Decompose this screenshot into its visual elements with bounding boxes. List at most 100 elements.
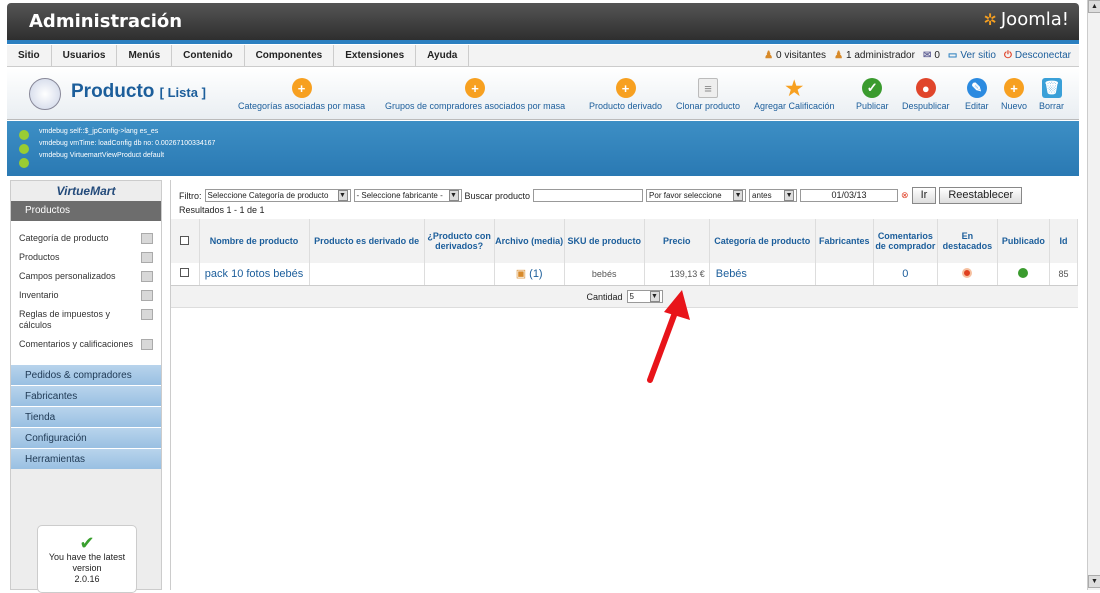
sidebar-item-impuestos[interactable]: Reglas de impuestos y cálculos — [19, 309, 153, 331]
toolbar-button-categories[interactable]: + Categorías asociadas por masa — [238, 78, 365, 111]
manufacturer-cell — [815, 263, 874, 286]
category-select[interactable]: Seleccione Categoría de producto ▼ — [204, 189, 351, 202]
admins-status: ♟ 1 administrador — [834, 50, 915, 61]
reset-button[interactable]: Reestablecer — [939, 187, 1023, 204]
toolbar-label: Agregar Calificación — [754, 101, 835, 111]
column-header[interactable]: Nombre de producto — [199, 219, 310, 263]
debug-line: vmdebug vmTime: loadConfig db no: 0.0026… — [39, 140, 216, 147]
messages-status[interactable]: ✉ 0 — [923, 50, 940, 61]
search-input[interactable] — [533, 189, 644, 202]
column-header[interactable]: SKU de producto — [564, 219, 645, 263]
column-header[interactable]: Publicado — [997, 219, 1050, 263]
menu-usuarios[interactable]: Usuarios — [52, 44, 118, 67]
menu-contenido[interactable]: Contenido — [172, 44, 245, 67]
featured-toggle[interactable] — [937, 263, 998, 286]
table-row: pack 10 fotos bebés ▣ (1) bebés 139,13 €… — [171, 263, 1079, 286]
toolbar-button-new[interactable]: + Nuevo — [1001, 78, 1027, 111]
select-all-cell — [171, 219, 200, 263]
toolbar-button-delete[interactable]: 🗑 Borrar — [1039, 78, 1064, 111]
chevron-down-icon: ▼ — [733, 190, 744, 201]
sidebar-section-fabricantes[interactable]: Fabricantes — [11, 385, 161, 406]
header-strip — [7, 40, 1079, 44]
published-toggle[interactable] — [997, 263, 1050, 286]
sidebar-item-campos[interactable]: Campos personalizados — [19, 271, 153, 282]
product-name-link[interactable]: pack 10 fotos bebés — [199, 263, 310, 286]
calculator-icon — [141, 309, 153, 320]
column-header[interactable]: En destacados — [937, 219, 998, 263]
toolbar-button-publish[interactable]: ✓ Publicar — [856, 78, 889, 111]
column-header[interactable]: Id — [1049, 219, 1079, 263]
clear-date-icon[interactable]: ⊗ — [901, 190, 909, 201]
main-content: Filtro: Seleccione Categoría de producto… — [170, 180, 1079, 590]
filter-select[interactable]: Por favor seleccione ▼ — [646, 189, 747, 202]
column-header[interactable]: Comentarios de comprador — [873, 219, 938, 263]
logout-text: Desconectar — [1014, 50, 1071, 61]
sidebar-section-productos[interactable]: Productos — [11, 201, 161, 221]
category-link[interactable]: Bebés — [709, 263, 816, 286]
column-header[interactable]: Categoría de producto — [709, 219, 816, 263]
column-header[interactable]: Fabricantes — [815, 219, 874, 263]
sidebar-item-productos[interactable]: Productos — [19, 252, 153, 263]
vertical-scrollbar[interactable]: ▲ ▼ — [1087, 0, 1100, 590]
menu-ayuda[interactable]: Ayuda — [416, 44, 470, 67]
red-arrow-annotation — [647, 290, 690, 383]
sidebar-item-label: Productos — [19, 252, 60, 262]
parent-cell — [309, 263, 425, 286]
sidebar-section-configuracion[interactable]: Configuración — [11, 427, 161, 448]
sidebar-product-list: Categoría de producto Productos Campos p… — [11, 221, 161, 364]
product-logo-icon — [29, 78, 61, 110]
select-all-checkbox[interactable] — [180, 235, 190, 245]
date-condition-select[interactable]: antes ▼ — [749, 189, 798, 202]
sidebar-item-inventario[interactable]: Inventario — [19, 290, 153, 301]
admin-header: Administración ✲ Joomla! — [7, 3, 1079, 40]
debug-panel: vmdebug self::$_jpConfig->lang es_es vmd… — [7, 121, 1079, 176]
column-header[interactable]: Precio — [644, 219, 710, 263]
toolbar-label: Publicar — [856, 101, 889, 111]
menu-extensiones[interactable]: Extensiones — [334, 44, 417, 67]
toolbar-button-groups[interactable]: + Grupos de compradores asociados por mas… — [385, 78, 565, 111]
view-site-link[interactable]: ▭ Ver sitio — [948, 50, 996, 61]
toolbar-label: Editar — [965, 101, 989, 111]
toolbar-button-edit[interactable]: ✎ Editar — [965, 78, 989, 111]
debug-line: vmdebug self::$_jpConfig->lang es_es — [39, 128, 159, 135]
logout-link[interactable]: ⏻ Desconectar — [1004, 50, 1071, 61]
filter-label: Filtro: — [179, 190, 202, 201]
admin-title: Administración — [29, 11, 183, 32]
column-header[interactable]: ¿Producto con derivados? — [424, 219, 495, 263]
version-text: You have the latest — [48, 552, 126, 562]
scroll-up-icon[interactable]: ▲ — [1088, 0, 1100, 13]
filter-select-value: Por favor seleccione — [649, 191, 722, 200]
virtuemart-logo: VirtueMart — [56, 184, 116, 198]
menu-sitio[interactable]: Sitio — [7, 44, 52, 67]
comments-icon — [141, 339, 153, 350]
reviews-link[interactable]: 0 — [873, 263, 938, 286]
media-cell[interactable]: ▣ (1) — [494, 263, 565, 286]
sidebar-item-comentarios[interactable]: Comentarios y calificaciones — [19, 339, 153, 350]
page-size-value: 5 — [629, 292, 634, 301]
joomla-brand-text: Joomla! — [1000, 9, 1069, 30]
version-box: ✔ You have the latest version 2.0.16 — [37, 525, 137, 593]
toolbar-button-unpublish[interactable]: ● Despublicar — [902, 78, 950, 111]
sidebar-section-herramientas[interactable]: Herramientas — [11, 448, 161, 469]
toolbar-label: Nuevo — [1001, 101, 1028, 111]
category-select-value: Seleccione Categoría de producto — [207, 191, 329, 200]
sidebar-section-tienda[interactable]: Tienda — [11, 406, 161, 427]
toolbar-button-rating[interactable]: ★ Agregar Calificación — [754, 78, 835, 112]
toolbar: Producto [ Lista ] + Categorías asociadas… — [7, 68, 1079, 120]
column-header[interactable]: Producto es derivado de — [309, 219, 425, 263]
sidebar-section-pedidos[interactable]: Pedidos & compradores — [11, 364, 161, 385]
pencil-icon: ✎ — [966, 78, 987, 98]
id-cell: 85 — [1049, 263, 1079, 286]
date-input[interactable]: 01/03/13 — [800, 189, 899, 202]
menu-menus[interactable]: Menús — [117, 44, 173, 67]
column-header[interactable]: Archivo (media) — [494, 219, 565, 263]
scroll-down-icon[interactable]: ▼ — [1088, 575, 1100, 588]
row-checkbox[interactable] — [180, 268, 190, 278]
toolbar-button-clone[interactable]: ≡ Clonar producto — [676, 78, 740, 111]
toolbar-button-derived[interactable]: + Producto derivado — [589, 78, 662, 111]
joomla-icon: ✲ — [983, 10, 997, 29]
go-button[interactable]: Ir — [911, 187, 937, 204]
sidebar-item-categoria[interactable]: Categoría de producto — [19, 233, 153, 244]
menu-componentes[interactable]: Componentes — [245, 44, 335, 67]
manufacturer-select[interactable]: - Seleccione fabricante - ▼ — [353, 189, 462, 202]
